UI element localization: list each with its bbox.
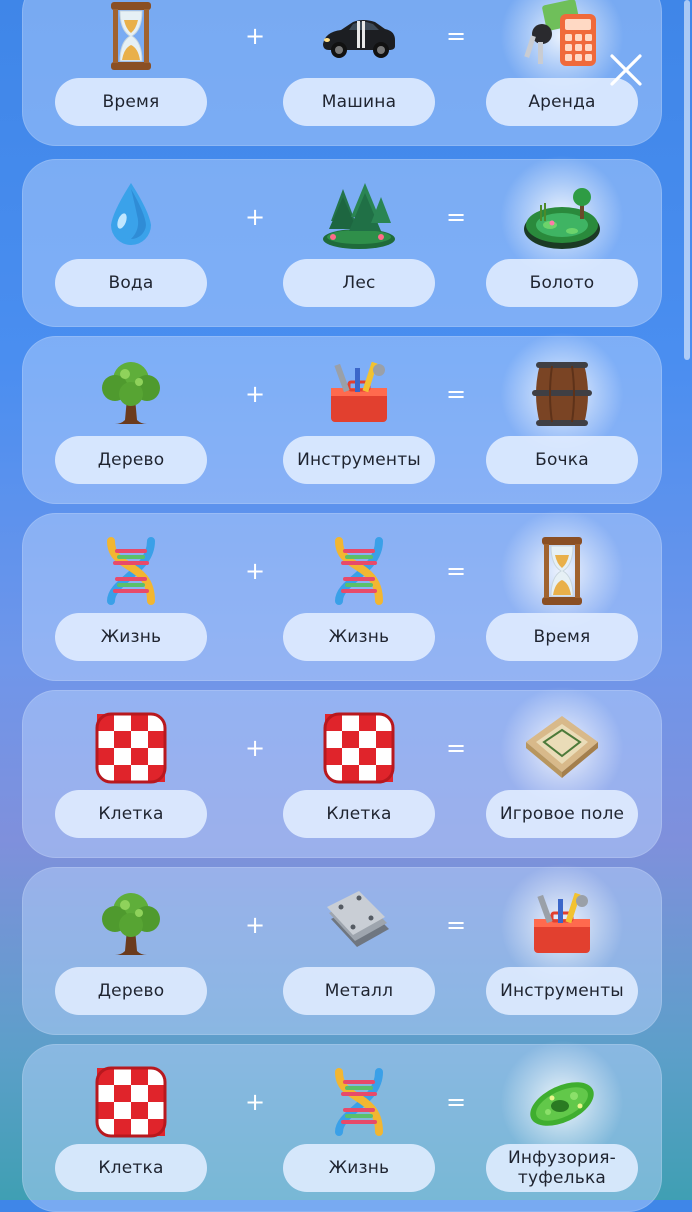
ingredient-a-label[interactable]: Дерево [55, 967, 207, 1015]
ingredient-b-slot[interactable]: Клетка [283, 690, 435, 858]
dna-icon [91, 531, 171, 611]
ingredient-a-slot[interactable]: Вода [55, 159, 207, 327]
result-label[interactable]: Игровое поле [486, 790, 638, 838]
result-label[interactable]: Болото [486, 259, 638, 307]
recipe-card[interactable]: Клетка Жизнь Инфузория-туфелька + = [22, 1040, 662, 1212]
ingredient-b-label[interactable]: Машина [283, 78, 435, 126]
forest-icon [319, 177, 399, 257]
scrollbar[interactable] [684, 0, 690, 360]
ingredient-b-slot[interactable]: Металл [283, 867, 435, 1035]
plus-operator: + [244, 911, 266, 939]
tree-icon [91, 885, 171, 965]
ingredient-a-slot[interactable]: Дерево [55, 336, 207, 504]
ingredient-b-slot[interactable]: Жизнь [283, 513, 435, 681]
ingredient-a-label[interactable]: Клетка [55, 790, 207, 838]
recipe-card[interactable]: Клетка Клетка Игровое поле + = [22, 686, 662, 858]
car-icon [319, 0, 399, 76]
result-slot[interactable]: Инструменты [486, 863, 638, 1035]
metal-plates-icon [319, 885, 399, 965]
equals-operator: = [445, 734, 467, 762]
ingredient-a-label[interactable]: Дерево [55, 436, 207, 484]
equals-operator: = [445, 22, 467, 50]
dna-icon [319, 1062, 399, 1142]
ingredient-b-slot[interactable]: Машина [283, 0, 435, 146]
recipe-card[interactable]: Время Машина Аренда + = [22, 0, 662, 146]
checkered-cloth-icon [91, 1062, 171, 1142]
ingredient-b-label[interactable]: Жизнь [283, 613, 435, 661]
ingredient-a-label[interactable]: Вода [55, 259, 207, 307]
result-slot[interactable]: Бочка [486, 332, 638, 504]
result-slot[interactable]: Время [486, 509, 638, 681]
plus-operator: + [244, 203, 266, 231]
plus-operator: + [244, 734, 266, 762]
hourglass-icon [91, 0, 171, 76]
barrel-icon [500, 332, 624, 456]
dna-icon [319, 531, 399, 611]
result-label[interactable]: Время [486, 613, 638, 661]
toolbox-icon [319, 354, 399, 434]
swamp-icon [500, 155, 624, 279]
water-drop-icon [91, 177, 171, 257]
equals-operator: = [445, 557, 467, 585]
equals-operator: = [445, 1088, 467, 1116]
result-slot[interactable]: Инфузория-туфелька [486, 1040, 638, 1212]
checkered-cloth-icon [319, 708, 399, 788]
ingredient-b-slot[interactable]: Лес [283, 159, 435, 327]
result-slot[interactable]: Болото [486, 155, 638, 327]
result-label[interactable]: Бочка [486, 436, 638, 484]
result-label[interactable]: Инфузория-туфелька [486, 1144, 638, 1192]
paramecium-icon [500, 1040, 624, 1164]
car-keys-calculator-icon [500, 0, 624, 98]
close-button[interactable] [606, 50, 646, 90]
game-board-icon [500, 686, 624, 810]
result-slot[interactable]: Игровое поле [486, 686, 638, 858]
ingredient-b-label[interactable]: Лес [283, 259, 435, 307]
recipe-card[interactable]: Дерево Металл Инструменты + = [22, 863, 662, 1035]
ingredient-b-label[interactable]: Металл [283, 967, 435, 1015]
recipe-card[interactable]: Вода Лес Болото + = [22, 155, 662, 327]
equals-operator: = [445, 380, 467, 408]
ingredient-a-slot[interactable]: Клетка [55, 690, 207, 858]
recipe-card[interactable]: Жизнь Жизнь Время + = [22, 509, 662, 681]
hourglass-icon [500, 509, 624, 633]
toolbox-icon [500, 863, 624, 987]
ingredient-a-slot[interactable]: Время [55, 0, 207, 146]
close-icon [610, 54, 642, 86]
plus-operator: + [244, 380, 266, 408]
plus-operator: + [244, 22, 266, 50]
recipe-list[interactable]: Время Машина Аренда + = Вода Лес Болото … [0, 0, 692, 1212]
recipe-card[interactable]: Дерево Инструменты Бочка + = [22, 332, 662, 504]
ingredient-a-label[interactable]: Жизнь [55, 613, 207, 661]
equals-operator: = [445, 203, 467, 231]
ingredient-a-label[interactable]: Время [55, 78, 207, 126]
ingredient-b-slot[interactable]: Инструменты [283, 336, 435, 504]
plus-operator: + [244, 557, 266, 585]
tree-icon [91, 354, 171, 434]
result-label[interactable]: Инструменты [486, 967, 638, 1015]
ingredient-a-slot[interactable]: Дерево [55, 867, 207, 1035]
ingredient-b-label[interactable]: Клетка [283, 790, 435, 838]
ingredient-a-slot[interactable]: Клетка [55, 1044, 207, 1212]
ingredient-b-label[interactable]: Инструменты [283, 436, 435, 484]
ingredient-b-slot[interactable]: Жизнь [283, 1044, 435, 1212]
checkered-cloth-icon [91, 708, 171, 788]
ingredient-a-label[interactable]: Клетка [55, 1144, 207, 1192]
ingredient-a-slot[interactable]: Жизнь [55, 513, 207, 681]
plus-operator: + [244, 1088, 266, 1116]
ingredient-b-label[interactable]: Жизнь [283, 1144, 435, 1192]
equals-operator: = [445, 911, 467, 939]
